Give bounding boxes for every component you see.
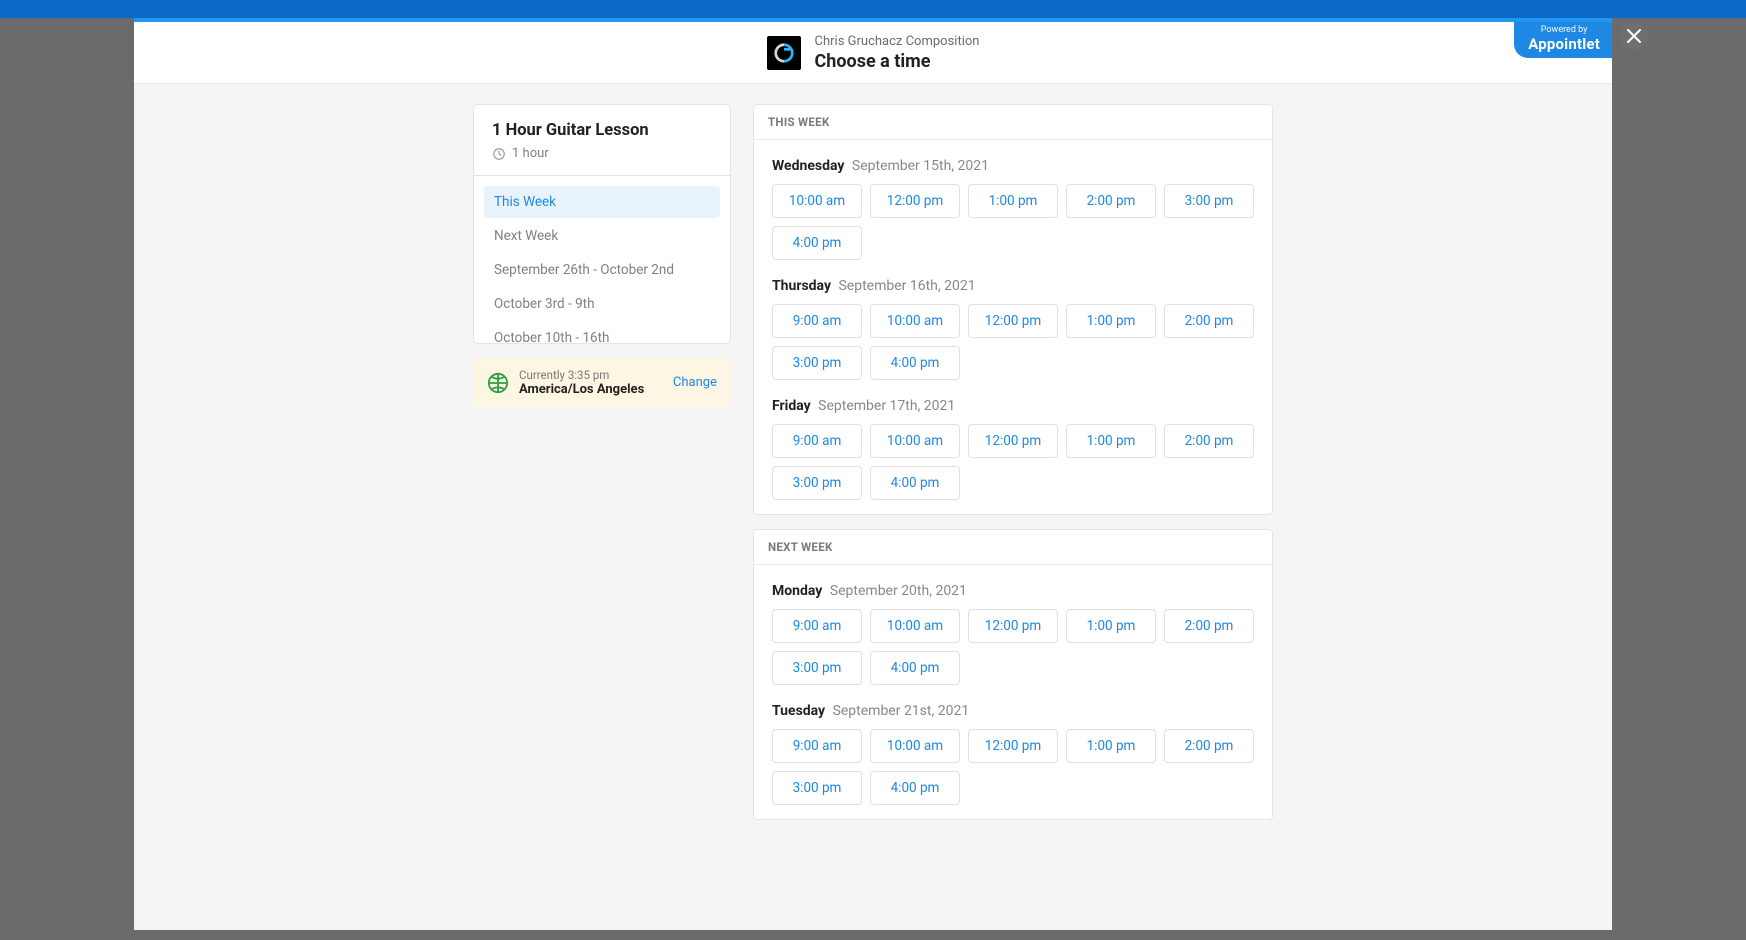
close-icon	[1627, 29, 1641, 43]
time-slot-button[interactable]: 2:00 pm	[1066, 184, 1156, 218]
time-slot-button[interactable]: 10:00 am	[870, 304, 960, 338]
time-slot-button[interactable]: 12:00 pm	[968, 609, 1058, 643]
time-slot-button[interactable]: 9:00 am	[772, 424, 862, 458]
time-slot-button[interactable]: 1:00 pm	[1066, 609, 1156, 643]
day-label: Monday September 20th, 2021	[772, 583, 1254, 599]
time-slot-button[interactable]: 9:00 am	[772, 304, 862, 338]
time-slot-button[interactable]: 10:00 am	[772, 184, 862, 218]
timezone-change-link[interactable]: Change	[673, 375, 717, 390]
time-slot-button[interactable]: 10:00 am	[870, 424, 960, 458]
time-slot-button[interactable]: 12:00 pm	[968, 729, 1058, 763]
page-title: Choose a time	[815, 51, 980, 72]
time-slot-button[interactable]: 4:00 pm	[772, 226, 862, 260]
time-slot-button[interactable]: 2:00 pm	[1164, 424, 1254, 458]
time-slot-button[interactable]: 9:00 am	[772, 609, 862, 643]
time-slot-button[interactable]: 10:00 am	[870, 609, 960, 643]
powered-by-label: Powered by	[1528, 26, 1600, 36]
time-slot-button[interactable]: 3:00 pm	[1164, 184, 1254, 218]
day-label: Wednesday September 15th, 2021	[772, 158, 1254, 174]
powered-by-brand: Appointlet	[1528, 36, 1600, 53]
close-button[interactable]	[1620, 22, 1648, 50]
booking-modal: Powered by Appointlet Chris Gruchacz Com…	[134, 18, 1612, 930]
day-block: Friday September 17th, 2021 9:00 am10:00 …	[772, 380, 1254, 500]
time-slot-button[interactable]: 4:00 pm	[870, 771, 960, 805]
slots-column: THIS WEEK Wednesday September 15th, 2021 1…	[753, 104, 1273, 834]
org-name: Chris Gruchacz Composition	[815, 34, 980, 49]
time-slot-button[interactable]: 3:00 pm	[772, 346, 862, 380]
sidebar-week-item[interactable]: Next Week	[484, 220, 720, 252]
time-slot-button[interactable]: 3:00 pm	[772, 771, 862, 805]
org-logo	[767, 36, 801, 70]
time-slot-button[interactable]: 4:00 pm	[870, 466, 960, 500]
clock-icon	[492, 147, 506, 161]
time-slot-button[interactable]: 12:00 pm	[968, 304, 1058, 338]
week-list-scroll[interactable]: This WeekNext WeekSeptember 26th - Octob…	[474, 175, 730, 343]
timezone-name: America/Los Angeles	[519, 382, 663, 397]
time-slot-button[interactable]: 1:00 pm	[1066, 424, 1156, 458]
time-slot-button[interactable]: 3:00 pm	[772, 466, 862, 500]
time-slot-button[interactable]: 1:00 pm	[968, 184, 1058, 218]
week-card-header: NEXT WEEK	[754, 530, 1272, 565]
logo-icon	[773, 42, 795, 64]
time-slot-button[interactable]: 4:00 pm	[870, 346, 960, 380]
timezone-current-time: Currently 3:35 pm	[519, 368, 663, 382]
sidebar: 1 Hour Guitar Lesson 1 hour This WeekNex…	[473, 104, 731, 407]
day-label: Friday September 17th, 2021	[772, 398, 1254, 414]
time-slot-button[interactable]: 4:00 pm	[870, 651, 960, 685]
day-block: Thursday September 16th, 2021 9:00 am10:0…	[772, 260, 1254, 380]
time-slot-button[interactable]: 3:00 pm	[772, 651, 862, 685]
body-scroll[interactable]: 1 Hour Guitar Lesson 1 hour This WeekNex…	[134, 84, 1612, 930]
week-card: THIS WEEK Wednesday September 15th, 2021 1…	[753, 104, 1273, 515]
timezone-box: Currently 3:35 pm America/Los Angeles Ch…	[473, 358, 731, 407]
day-label: Tuesday September 21st, 2021	[772, 703, 1254, 719]
time-slot-button[interactable]: 12:00 pm	[870, 184, 960, 218]
day-block: Monday September 20th, 2021 9:00 am10:00 …	[772, 565, 1254, 685]
time-slot-button[interactable]: 2:00 pm	[1164, 729, 1254, 763]
time-slot-button[interactable]: 2:00 pm	[1164, 609, 1254, 643]
header: Chris Gruchacz Composition Choose a time	[134, 22, 1612, 84]
background-top-bar	[0, 0, 1746, 18]
service-duration: 1 hour	[512, 146, 549, 161]
time-slot-button[interactable]: 2:00 pm	[1164, 304, 1254, 338]
time-slot-button[interactable]: 10:00 am	[870, 729, 960, 763]
powered-by-badge[interactable]: Powered by Appointlet	[1514, 22, 1612, 58]
sidebar-week-item[interactable]: September 26th - October 2nd	[484, 254, 720, 286]
time-slot-button[interactable]: 1:00 pm	[1066, 304, 1156, 338]
week-card-header: THIS WEEK	[754, 105, 1272, 140]
time-slot-button[interactable]: 1:00 pm	[1066, 729, 1156, 763]
time-slot-button[interactable]: 12:00 pm	[968, 424, 1058, 458]
globe-icon	[487, 372, 509, 394]
sidebar-week-item[interactable]: October 3rd - 9th	[484, 288, 720, 320]
week-card: NEXT WEEK Monday September 20th, 2021 9:00…	[753, 529, 1273, 820]
time-slot-button[interactable]: 9:00 am	[772, 729, 862, 763]
day-label: Thursday September 16th, 2021	[772, 278, 1254, 294]
sidebar-week-item[interactable]: October 10th - 16th	[484, 322, 720, 343]
service-title: 1 Hour Guitar Lesson	[492, 121, 712, 140]
day-block: Wednesday September 15th, 2021 10:00 am12…	[772, 140, 1254, 260]
day-block: Tuesday September 21st, 2021 9:00 am10:00…	[772, 685, 1254, 805]
sidebar-week-item[interactable]: This Week	[484, 186, 720, 218]
